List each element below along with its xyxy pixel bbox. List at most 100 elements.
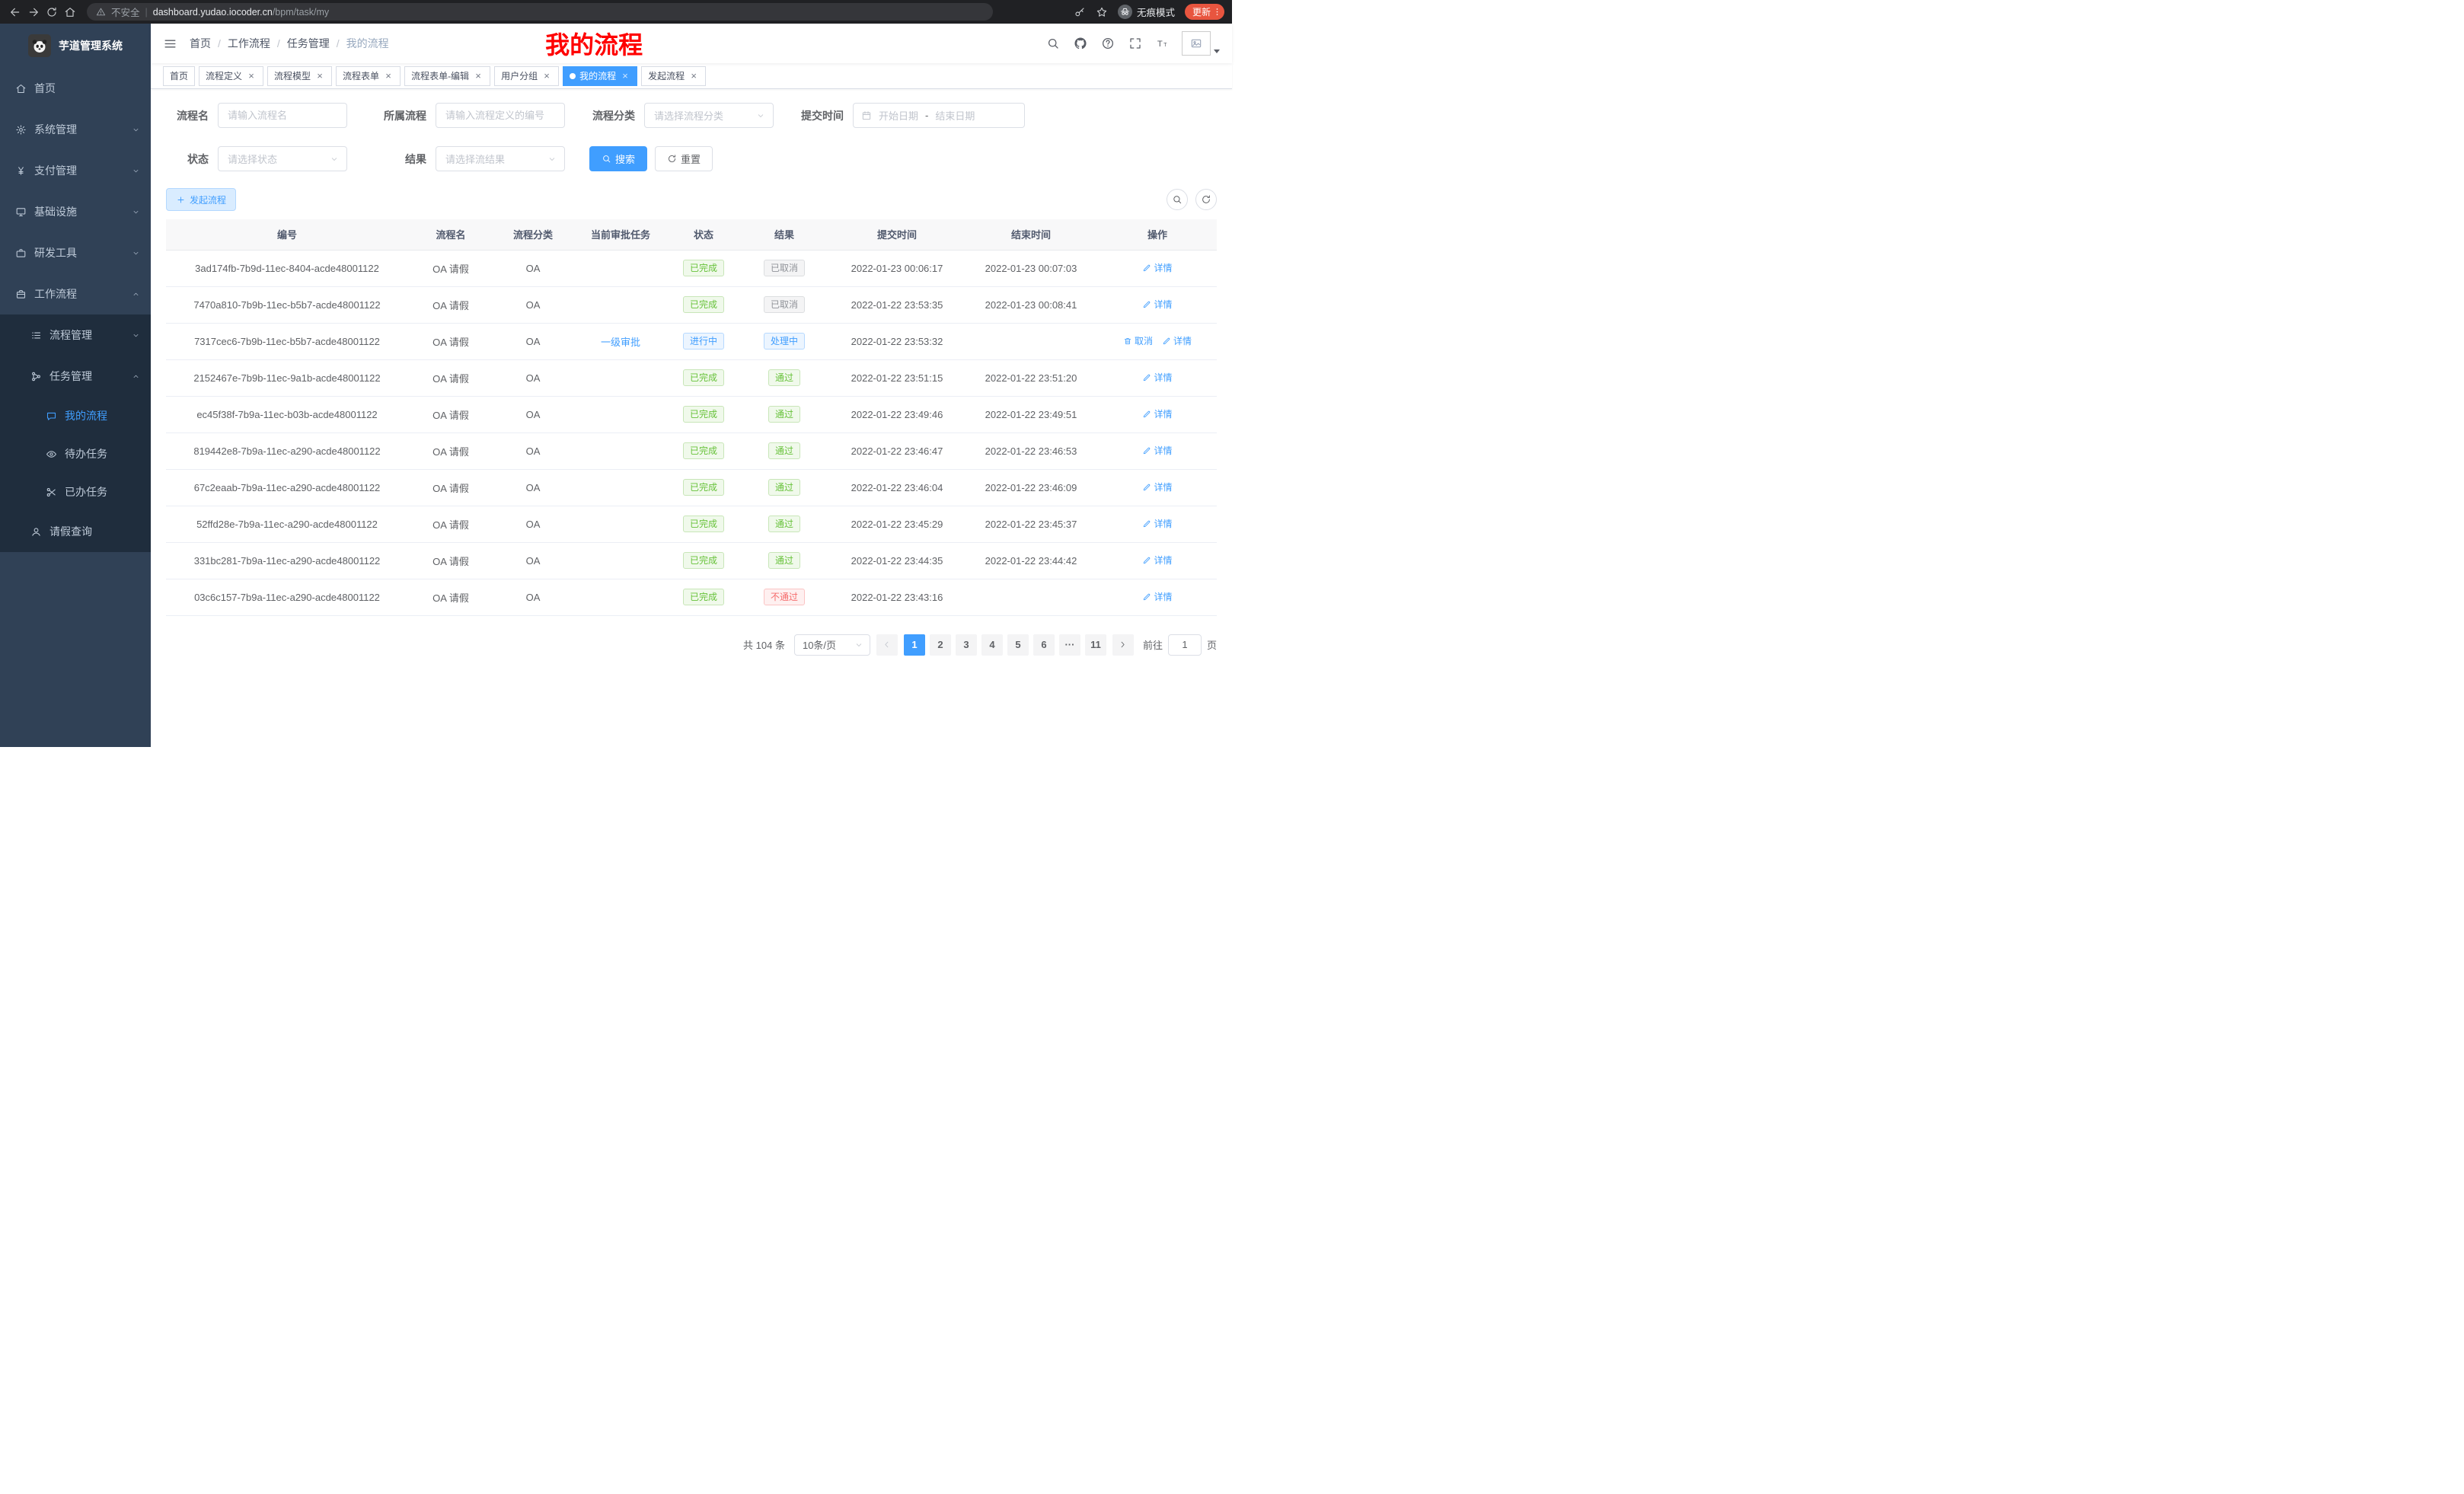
cell-category: OA (493, 286, 573, 323)
cell-end-time: 2022-01-22 23:46:53 (964, 433, 1098, 469)
sidebar-item-label: 系统管理 (34, 122, 77, 137)
status-select[interactable]: 请选择状态 (218, 146, 347, 171)
sidebar-item[interactable]: 请假查询 (0, 511, 151, 552)
sidebar-item[interactable]: 支付管理 (0, 150, 151, 191)
sidebar-item[interactable]: 研发工具 (0, 232, 151, 273)
current-task-link[interactable]: 一级审批 (601, 337, 640, 348)
page-button[interactable]: 5 (1007, 634, 1029, 656)
breadcrumb-item[interactable]: 任务管理 (287, 36, 330, 51)
page-size-select[interactable]: 10条/页 (794, 634, 870, 656)
home-icon (64, 6, 76, 18)
detail-link[interactable]: 详情 (1142, 480, 1172, 493)
user-menu[interactable] (1182, 31, 1220, 56)
sidebar-item[interactable]: 首页 (0, 68, 151, 109)
submit-time-range[interactable]: 开始日期 - 结束日期 (853, 103, 1025, 128)
app-logo-row[interactable]: 芋道管理系统 (0, 24, 151, 68)
cancel-link[interactable]: 取消 (1123, 334, 1153, 347)
fullscreen-button[interactable] (1127, 35, 1144, 52)
detail-link[interactable]: 详情 (1142, 590, 1172, 603)
result-tag: 不通过 (764, 589, 805, 605)
page-button[interactable]: 3 (956, 634, 977, 656)
create-process-button[interactable]: 发起流程 (166, 188, 236, 211)
cell-process-name: OA 请假 (408, 396, 493, 433)
tab-label: 发起流程 (648, 69, 685, 82)
detail-link[interactable]: 详情 (1142, 371, 1172, 384)
dots-vertical-icon[interactable] (1212, 7, 1222, 17)
sidebar-item[interactable]: 系统管理 (0, 109, 151, 150)
page-button[interactable]: 6 (1033, 634, 1055, 656)
arrow-left-button[interactable] (8, 5, 23, 20)
page-button[interactable]: 11 (1085, 634, 1106, 656)
tab-close-icon[interactable]: × (620, 71, 630, 81)
star-icon[interactable] (1096, 6, 1108, 18)
reset-button[interactable]: 重置 (655, 146, 713, 171)
detail-link[interactable]: 详情 (1142, 261, 1172, 274)
table-row: 331bc281-7b9a-11ec-a290-acde48001122 OA … (166, 542, 1217, 579)
refresh-table-button[interactable] (1195, 189, 1217, 210)
process-name-input[interactable] (218, 103, 347, 128)
result-tag: 通过 (768, 369, 800, 386)
detail-link[interactable]: 详情 (1142, 554, 1172, 567)
detail-link[interactable]: 详情 (1162, 334, 1192, 347)
sidebar-item[interactable]: 基础设施 (0, 191, 151, 232)
prev-page-button[interactable] (876, 634, 898, 656)
goto-page-input[interactable] (1168, 634, 1202, 656)
tab[interactable]: 流程表单 × (336, 66, 401, 86)
tab[interactable]: 流程模型 × (267, 66, 332, 86)
pagination: 共 104 条 10条/页 123456···11 前往 页 (166, 634, 1217, 656)
page-button[interactable]: 1 (904, 634, 925, 656)
tab[interactable]: 首页 (163, 66, 195, 86)
tab-close-icon[interactable]: × (314, 71, 325, 81)
sidebar-item[interactable]: 已办任务 (0, 473, 151, 511)
home-button[interactable] (62, 5, 78, 20)
tab-close-icon[interactable]: × (246, 71, 257, 81)
tab-close-icon[interactable]: × (473, 71, 484, 81)
tab-close-icon[interactable]: × (688, 71, 699, 81)
tab[interactable]: 发起流程 × (641, 66, 706, 86)
sidebar-item[interactable]: 任务管理 (0, 356, 151, 397)
key-icon[interactable] (1074, 6, 1086, 18)
tab[interactable]: 流程表单-编辑 × (404, 66, 490, 86)
sidebar-item[interactable]: 待办任务 (0, 435, 151, 473)
tab[interactable]: 流程定义 × (199, 66, 263, 86)
detail-link[interactable]: 详情 (1142, 517, 1172, 530)
edit-icon (1142, 519, 1151, 528)
search-button[interactable]: 搜索 (589, 146, 647, 171)
browser-nav (8, 5, 78, 20)
sidebar-item[interactable]: 流程管理 (0, 314, 151, 356)
page-button[interactable]: 2 (930, 634, 951, 656)
github-button[interactable] (1072, 35, 1089, 52)
arrow-right-button[interactable] (26, 5, 41, 20)
tab-close-icon[interactable]: × (383, 71, 394, 81)
detail-link[interactable]: 详情 (1142, 298, 1172, 311)
font-size-button[interactable]: TT (1154, 35, 1171, 52)
process-definition-input[interactable] (436, 103, 565, 128)
toggle-search-button[interactable] (1167, 189, 1188, 210)
column-header: 状态 (669, 219, 739, 250)
search-button[interactable] (1045, 35, 1061, 52)
breadcrumb-item[interactable]: 首页 (190, 36, 211, 51)
cell-id: 52ffd28e-7b9a-11ec-a290-acde48001122 (166, 506, 408, 542)
tab-close-icon[interactable]: × (541, 71, 552, 81)
column-header: 结束时间 (964, 219, 1098, 250)
help-button[interactable] (1100, 35, 1116, 52)
sidebar-item[interactable]: 工作流程 (0, 273, 151, 314)
scissors-icon (46, 487, 57, 498)
address-bar[interactable]: 不安全 | dashboard.yudao.iocoder.cn/bpm/tas… (87, 3, 993, 21)
update-button[interactable]: 更新 (1185, 4, 1224, 20)
refresh-button[interactable] (44, 5, 59, 20)
tab[interactable]: 用户分组 × (494, 66, 559, 86)
detail-link[interactable]: 详情 (1142, 407, 1172, 420)
chevron-down-icon (330, 155, 339, 164)
tab[interactable]: 我的流程 × (563, 66, 637, 86)
breadcrumb-item[interactable]: 工作流程 (228, 36, 270, 51)
category-select[interactable]: 请选择流程分类 (644, 103, 774, 128)
hamburger-icon[interactable] (163, 37, 177, 51)
result-select[interactable]: 请选择流结果 (436, 146, 565, 171)
page-button[interactable]: 4 (981, 634, 1003, 656)
chevron-down-icon (132, 208, 140, 216)
sidebar-item[interactable]: 我的流程 (0, 397, 151, 435)
pager-ellipsis[interactable]: ··· (1059, 634, 1080, 656)
detail-link[interactable]: 详情 (1142, 444, 1172, 457)
next-page-button[interactable] (1112, 634, 1134, 656)
